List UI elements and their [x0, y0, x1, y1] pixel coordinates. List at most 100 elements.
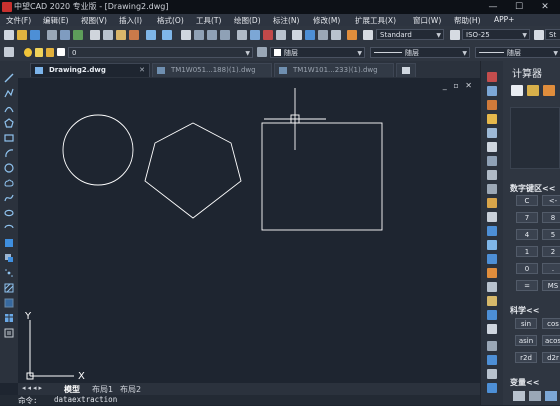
zoom-realtime-icon[interactable] — [194, 30, 204, 40]
eraser-icon[interactable] — [511, 85, 523, 96]
paste-icon[interactable] — [116, 30, 126, 40]
new-tab-button[interactable] — [396, 63, 416, 77]
calc-key-7[interactable]: 7 — [516, 212, 538, 223]
drawing-canvas[interactable]: _ ▫ ✕ Y X — [18, 78, 480, 383]
block-panel-icon[interactable] — [487, 369, 497, 379]
tab-tm1w051[interactable]: TM1W051...188)(1).dwg — [152, 63, 272, 77]
lineweight-select[interactable]: 随层 ▼ — [475, 47, 560, 58]
menu-help[interactable]: 帮助(H) — [454, 15, 481, 26]
calc-key-4[interactable]: 4 — [516, 229, 538, 240]
hatch-icon[interactable] — [4, 283, 14, 293]
menu-modify[interactable]: 修改(M) — [313, 15, 340, 26]
lightbulb-icon[interactable] — [24, 48, 32, 57]
fillet-icon[interactable] — [487, 268, 497, 278]
command-line[interactable]: 命令: dataextraction — [0, 395, 480, 405]
calc-key-clear[interactable]: C — [516, 195, 538, 206]
xref-panel-icon[interactable] — [487, 383, 497, 393]
calc-key-decimal[interactable]: . — [542, 263, 560, 274]
menu-app-plus[interactable]: APP+ — [494, 15, 514, 24]
mtext-icon[interactable] — [4, 328, 14, 338]
menu-edit[interactable]: 编辑(E) — [43, 15, 69, 26]
insert-block-icon[interactable] — [4, 238, 14, 248]
numpad-header[interactable]: 数字键区<< — [510, 183, 555, 194]
calc-key-backspace[interactable]: <- — [542, 195, 560, 206]
menu-dimension[interactable]: 标注(N) — [273, 15, 299, 26]
trim-icon[interactable] — [487, 198, 497, 208]
calculator-icon[interactable] — [305, 30, 315, 40]
scale-icon[interactable] — [487, 170, 497, 180]
calc-key-cos[interactable]: cos — [542, 318, 560, 329]
redo-icon[interactable] — [162, 30, 172, 40]
sheet-set-icon[interactable] — [276, 30, 286, 40]
properties-icon[interactable] — [237, 30, 247, 40]
erase-icon[interactable] — [487, 72, 497, 82]
ellipse-arc-icon[interactable] — [4, 223, 14, 233]
save-icon[interactable] — [30, 30, 40, 40]
make-current-icon[interactable] — [257, 47, 267, 57]
layer-select[interactable]: 0 ▼ — [68, 47, 253, 58]
zoom-previous-icon[interactable] — [220, 30, 230, 40]
edit-variable-icon[interactable] — [529, 391, 541, 401]
calc-key-sin[interactable]: sin — [515, 318, 537, 329]
array-icon[interactable] — [487, 128, 497, 138]
point-icon[interactable] — [4, 268, 14, 278]
delete-variable-icon[interactable] — [545, 391, 557, 401]
color-select[interactable]: 随层 ▼ — [270, 47, 365, 58]
calc-key-asin[interactable]: asin — [515, 335, 537, 346]
pan-icon[interactable] — [181, 30, 191, 40]
undo-icon[interactable] — [146, 30, 156, 40]
match-properties-icon[interactable] — [129, 30, 139, 40]
region-icon[interactable] — [4, 298, 14, 308]
text-style-select[interactable]: Standard ▼ — [376, 29, 444, 40]
menu-tools[interactable]: 工具(T) — [196, 15, 221, 26]
calc-key-1[interactable]: 1 — [516, 246, 538, 257]
menu-draw[interactable]: 绘图(D) — [234, 15, 261, 26]
calc-key-r2d[interactable]: r2d — [515, 352, 537, 363]
tab-drawing2[interactable]: Drawing2.dwg ✕ — [30, 63, 150, 77]
lengthen-icon[interactable] — [487, 324, 497, 334]
menu-view[interactable]: 视图(V) — [81, 15, 107, 26]
menu-express-tools[interactable]: 扩展工具(X) — [355, 15, 396, 26]
menu-format[interactable]: 格式(O) — [157, 15, 184, 26]
calc-key-2[interactable]: 2 — [542, 246, 560, 257]
print-icon[interactable] — [47, 30, 57, 40]
maximize-button[interactable]: ☐ — [506, 0, 532, 14]
ellipse-icon[interactable] — [4, 208, 14, 218]
copy-object-icon[interactable] — [487, 86, 497, 96]
menu-window[interactable]: 窗口(W) — [413, 15, 441, 26]
properties-panel-icon[interactable] — [487, 341, 497, 351]
tab-layout1[interactable]: 布局1 — [92, 384, 113, 395]
mirror-icon[interactable] — [487, 100, 497, 110]
rectangle-icon[interactable] — [4, 133, 14, 143]
lock-icon[interactable] — [46, 48, 54, 57]
block-icon[interactable] — [331, 30, 341, 40]
tab-tm1w101[interactable]: TM1W101...233)(1).dwg — [274, 63, 394, 77]
scientific-header[interactable]: 科学<< — [510, 305, 539, 316]
layer-manager-icon[interactable] — [4, 47, 14, 57]
calc-key-0[interactable]: 0 — [516, 263, 538, 274]
layer-tools-icon[interactable] — [318, 30, 328, 40]
rectangle-shape[interactable] — [261, 122, 383, 231]
spline-icon[interactable] — [4, 193, 14, 203]
new-icon[interactable] — [4, 30, 14, 40]
design-center-icon[interactable] — [250, 30, 260, 40]
polyline-icon[interactable] — [4, 88, 14, 98]
join-icon[interactable] — [487, 240, 497, 250]
calc-key-equals[interactable]: = — [516, 280, 538, 291]
circle-icon[interactable] — [4, 163, 14, 173]
tool-palettes-icon[interactable] — [263, 30, 273, 40]
open-icon[interactable] — [17, 30, 27, 40]
explode-icon[interactable] — [487, 282, 497, 292]
align-icon[interactable] — [487, 310, 497, 320]
copy-icon[interactable] — [103, 30, 113, 40]
calc-key-5[interactable]: 5 — [542, 229, 560, 240]
move-icon[interactable] — [487, 142, 497, 152]
stretch-icon[interactable] — [487, 184, 497, 194]
calc-key-8[interactable]: 8 — [542, 212, 560, 223]
get-coordinate-icon[interactable] — [543, 85, 555, 96]
break-icon[interactable] — [487, 226, 497, 236]
make-block-icon[interactable] — [4, 253, 14, 263]
line-icon[interactable] — [4, 73, 14, 83]
print-preview-icon[interactable] — [60, 30, 70, 40]
revcloud-icon[interactable] — [4, 178, 14, 188]
